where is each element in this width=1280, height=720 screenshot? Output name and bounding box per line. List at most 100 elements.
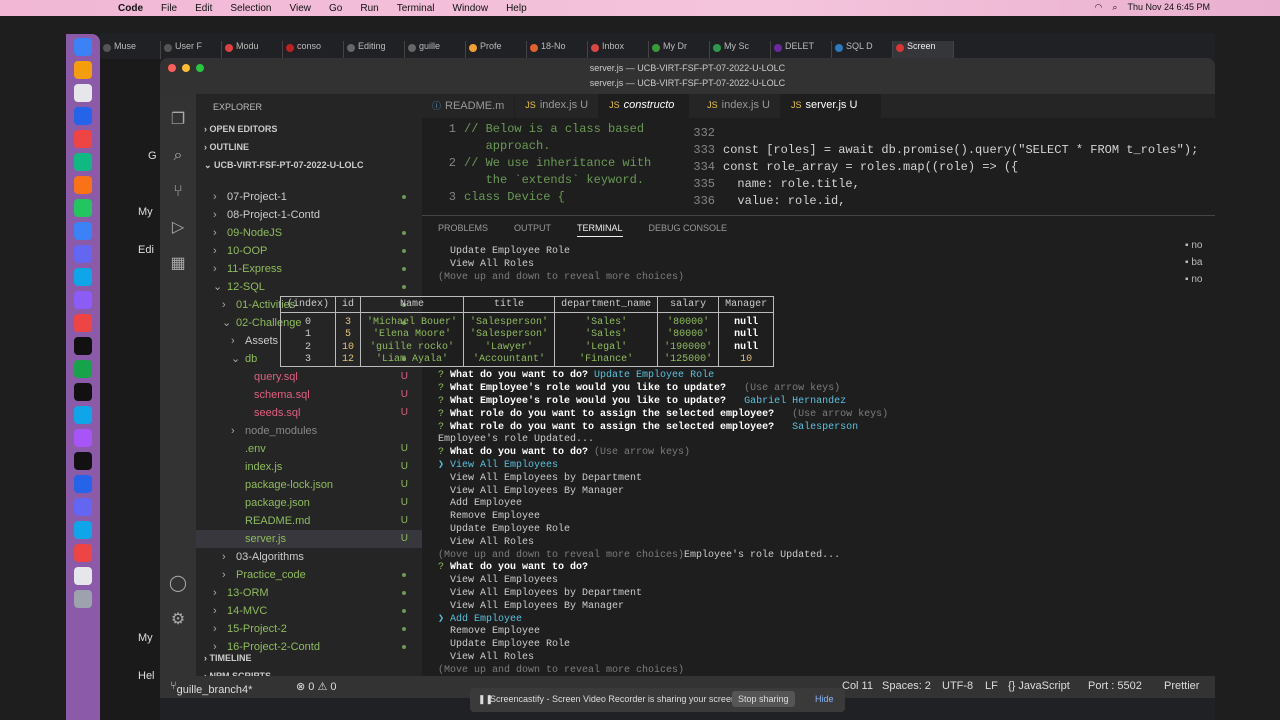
tree-item[interactable]: schema.sql U	[196, 386, 422, 404]
tree-item[interactable]: › 11-Express	[196, 260, 422, 278]
browser-tab[interactable]: SQL D	[832, 41, 893, 59]
tree-item[interactable]: › 14-MVC	[196, 602, 422, 620]
hide-button[interactable]: Hide	[815, 694, 834, 704]
dock-app-icon[interactable]	[74, 452, 92, 470]
browser-tab[interactable]: DELET	[771, 41, 832, 59]
account-icon[interactable]: ◯	[168, 574, 188, 594]
minimize-window-icon[interactable]	[182, 64, 190, 72]
dock-app-icon[interactable]	[74, 199, 92, 217]
menu-help[interactable]: Help	[506, 3, 527, 14]
dock-app-icon[interactable]	[74, 383, 92, 401]
wifi-icon[interactable]: ◠	[1095, 2, 1103, 13]
dock-app-icon[interactable]	[74, 429, 92, 447]
cursor-position[interactable]: Col 11	[842, 680, 873, 692]
menu-go[interactable]: Go	[329, 3, 342, 14]
browser-tab[interactable]: Modu	[222, 41, 283, 59]
menu-window[interactable]: Window	[453, 3, 489, 14]
extensions-icon[interactable]: ▦	[168, 254, 188, 274]
dock-app-icon[interactable]	[74, 337, 92, 355]
dock-app-icon[interactable]	[74, 84, 92, 102]
tree-item[interactable]: › 10-OOP	[196, 242, 422, 260]
prettier[interactable]: Prettier	[1164, 680, 1199, 692]
outline-item[interactable]: ▪ no	[1185, 274, 1215, 285]
browser-tab[interactable]: User F	[161, 41, 222, 59]
tab-readme[interactable]: ⓘ README.m	[422, 94, 516, 118]
search-icon[interactable]: ⌕	[168, 146, 188, 166]
datetime[interactable]: Thu Nov 24 6:45 PM	[1127, 2, 1210, 13]
dock-app-icon[interactable]	[74, 38, 92, 56]
tree-item[interactable]: › Practice_code	[196, 566, 422, 584]
browser-tab[interactable]: Screen	[893, 41, 954, 59]
menu-run[interactable]: Run	[360, 3, 378, 14]
browser-tab[interactable]: My Dr	[649, 41, 710, 59]
tree-item[interactable]: package.json U	[196, 494, 422, 512]
dock-app-icon[interactable]	[74, 567, 92, 585]
explorer-icon[interactable]: ❐	[168, 110, 188, 130]
browser-tab[interactable]: 18-No	[527, 41, 588, 59]
dock-app-icon[interactable]	[74, 153, 92, 171]
tree-item[interactable]: ⌄ 12-SQL	[196, 278, 422, 296]
tree-item[interactable]: › 08-Project-1-Contd	[196, 206, 422, 224]
dock-app-icon[interactable]	[74, 222, 92, 240]
menu-file[interactable]: File	[161, 3, 177, 14]
dock-app-icon[interactable]	[74, 245, 92, 263]
stop-sharing-button[interactable]: Stop sharing	[732, 691, 795, 707]
tree-item[interactable]: package-lock.json U	[196, 476, 422, 494]
live-server-port[interactable]: Port : 5502	[1088, 680, 1142, 692]
search-icon[interactable]: ⌕	[1112, 2, 1117, 13]
dock-app-icon[interactable]	[74, 176, 92, 194]
dock-app-icon[interactable]	[74, 61, 92, 79]
git-branch[interactable]: ⑂ guille_branch4*	[170, 680, 252, 696]
tab-index-left[interactable]: JS index.js U	[515, 94, 600, 118]
tree-item[interactable]: › 09-NodeJS	[196, 224, 422, 242]
problems-count[interactable]: ⊗ 0 ⚠ 0	[296, 680, 336, 693]
tree-item[interactable]: › 07-Project-1	[196, 188, 422, 206]
browser-tab[interactable]: Editing	[344, 41, 405, 59]
dock-app-icon[interactable]	[74, 498, 92, 516]
dock-app-icon[interactable]	[74, 475, 92, 493]
tree-item[interactable]: README.md U	[196, 512, 422, 530]
tree-item[interactable]: query.sql U	[196, 368, 422, 386]
menu-view[interactable]: View	[290, 3, 312, 14]
menu-edit[interactable]: Edit	[195, 3, 212, 14]
tree-item[interactable]: › 03-Algorithms	[196, 548, 422, 566]
workspace-root[interactable]: ⌄ UCB-VIRT-FSF-PT-07-2022-U-LOLC	[196, 156, 422, 174]
dock-app-icon[interactable]	[74, 544, 92, 562]
dock-app-icon[interactable]	[74, 268, 92, 286]
tree-item[interactable]: seeds.sql U	[196, 404, 422, 422]
tree-item[interactable]: › 13-ORM	[196, 584, 422, 602]
browser-tab[interactable]: Profe	[466, 41, 527, 59]
browser-tab[interactable]: guille	[405, 41, 466, 59]
menu-selection[interactable]: Selection	[230, 3, 271, 14]
tree-item[interactable]: index.js U	[196, 458, 422, 476]
dock-app-icon[interactable]	[74, 291, 92, 309]
dock-app-icon[interactable]	[74, 314, 92, 332]
close-window-icon[interactable]	[168, 64, 176, 72]
right-editor-code[interactable]: 332 333 const [roles] = await db.promise()…	[687, 126, 1207, 211]
tree-item[interactable]: server.js U	[196, 530, 422, 548]
left-editor-code[interactable]: 1 // Below is a class based approach. 2 // …	[428, 122, 668, 207]
tab-output[interactable]: OUTPUT	[514, 223, 551, 238]
zoom-window-icon[interactable]	[196, 64, 204, 72]
browser-tab[interactable]: My Sc	[710, 41, 771, 59]
tree-item[interactable]: › node_modules	[196, 422, 422, 440]
source-control-icon[interactable]: ⑂	[168, 182, 188, 202]
menu-app[interactable]: Code	[118, 3, 143, 14]
browser-tab[interactable]: conso	[283, 41, 344, 59]
run-debug-icon[interactable]: ▷	[168, 218, 188, 238]
outline-item[interactable]: ▪ ba	[1185, 257, 1215, 268]
tree-item[interactable]: .env U	[196, 440, 422, 458]
eol[interactable]: LF	[985, 680, 998, 692]
dock-app-icon[interactable]	[74, 360, 92, 378]
outline-item[interactable]: ▪ no	[1185, 240, 1215, 251]
timeline-section[interactable]: › TIMELINE	[196, 649, 422, 667]
menu-terminal[interactable]: Terminal	[397, 3, 435, 14]
dock-app-icon[interactable]	[74, 130, 92, 148]
tree-item[interactable]: › 15-Project-2	[196, 620, 422, 638]
tab-index-right[interactable]: JS index.js U	[697, 94, 781, 118]
language-mode[interactable]: {} JavaScript	[1008, 680, 1070, 692]
tab-problems[interactable]: PROBLEMS	[438, 223, 488, 238]
dock-app-icon[interactable]	[74, 590, 92, 608]
dock-app-icon[interactable]	[74, 107, 92, 125]
tab-terminal[interactable]: TERMINAL	[577, 223, 623, 237]
